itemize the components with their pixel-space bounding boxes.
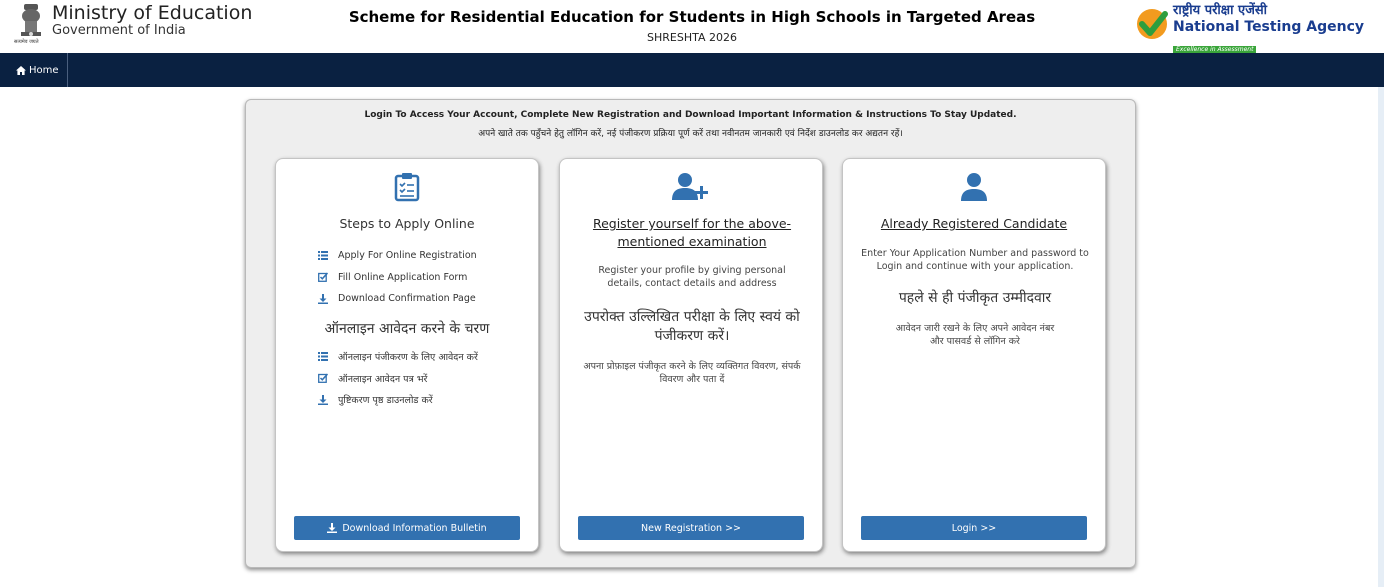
steps-card-title-hi: ऑनलाइन आवेदन करने के चरण	[324, 321, 490, 337]
panel-heading: Login To Access Your Account, Complete N…	[246, 110, 1135, 139]
navbar: Home	[0, 53, 1384, 87]
nta-logo-icon	[1135, 6, 1169, 42]
download-icon	[318, 293, 328, 304]
step-label: Apply For Online Registration	[338, 250, 477, 262]
panel-heading-hi: अपने खाते तक पहुँचने हेतु लॉगिन करें, नई…	[478, 129, 903, 139]
step-label: Download Confirmation Page	[338, 293, 476, 305]
nta-branding[interactable]: राष्ट्रीय परीक्षा एजेंसी National Testin…	[1135, 3, 1364, 55]
home-icon	[16, 65, 26, 75]
panel-heading-en: Login To Access Your Account, Complete N…	[364, 110, 1017, 120]
nta-english-name: National Testing Agency	[1173, 19, 1364, 35]
step-apply-registration-hi[interactable]: ऑनलाइन पंजीकरण के लिए आवेदन करें	[318, 346, 478, 368]
list-icon	[318, 251, 328, 261]
user-icon	[961, 173, 987, 201]
add-user-icon	[672, 173, 708, 200]
step-apply-registration[interactable]: Apply For Online Registration	[318, 245, 477, 267]
header: सत्यमेव जयते Ministry of Education Gover…	[0, 0, 1384, 55]
login-card-desc: Enter Your Application Number and passwo…	[861, 248, 1089, 272]
steps-list-en: Apply For Online Registration Fill Onlin…	[318, 245, 477, 310]
step-label: ऑनलाइन पंजीकरण के लिए आवेदन करें	[338, 352, 478, 364]
edit-check-icon	[318, 272, 328, 283]
login-button[interactable]: Login >>	[861, 516, 1087, 540]
steps-list-hi: ऑनलाइन पंजीकरण के लिए आवेदन करें ऑनलाइन …	[318, 346, 478, 411]
login-card: Already Registered Candidate Enter Your …	[842, 158, 1106, 552]
register-card-title-hi: उपरोक्त उल्लिखित परीक्षा के लिए स्वयं को…	[584, 309, 800, 344]
steps-card-title: Steps to Apply Online	[339, 216, 475, 231]
download-bulletin-button[interactable]: Download Information Bulletin	[294, 516, 520, 540]
step-label: Fill Online Application Form	[338, 271, 468, 283]
step-label: पुष्टिकरण पृष्ठ डाउनलोड करें	[338, 395, 433, 407]
nav-home-label: Home	[29, 64, 59, 76]
edit-check-icon	[318, 373, 328, 384]
download-icon	[318, 394, 328, 405]
steps-card: Steps to Apply Online Apply For Online R…	[275, 158, 539, 552]
download-icon	[327, 523, 338, 533]
page-edge	[1378, 87, 1384, 587]
checklist-icon	[394, 173, 420, 202]
login-card-title-hi: पहले से ही पंजीकृत उम्मीदवार	[898, 290, 1052, 306]
login-card-desc-hi: आवेदन जारी रखने के लिए अपने आवेदन नंबर औ…	[895, 323, 1055, 347]
register-card-desc: Register your profile by giving personal…	[598, 265, 786, 289]
nta-hindi-name: राष्ट्रीय परीक्षा एजेंसी	[1173, 3, 1267, 18]
nav-home-link[interactable]: Home	[0, 53, 68, 87]
step-fill-form[interactable]: Fill Online Application Form	[318, 267, 477, 289]
step-download-confirmation-hi[interactable]: पुष्टिकरण पृष्ठ डाउनलोड करें	[318, 389, 478, 411]
step-download-confirmation[interactable]: Download Confirmation Page	[318, 288, 477, 310]
step-label: ऑनलाइन आवेदन पत्र भरें	[338, 373, 428, 385]
list-icon	[318, 352, 328, 362]
new-registration-button[interactable]: New Registration >>	[578, 516, 804, 540]
register-card-title[interactable]: Register yourself for the above-mentione…	[588, 215, 796, 251]
login-label: Login >>	[951, 522, 997, 534]
login-card-title[interactable]: Already Registered Candidate	[843, 215, 1105, 233]
register-card: Register yourself for the above-mentione…	[559, 158, 823, 552]
register-card-desc-hi: अपना प्रोफ़ाइल पंजीकृत करने के लिए व्यक्…	[583, 361, 801, 385]
download-bulletin-label: Download Information Bulletin	[342, 522, 487, 534]
new-registration-label: New Registration >>	[641, 522, 741, 534]
main-panel: Login To Access Your Account, Complete N…	[245, 99, 1136, 568]
step-fill-form-hi[interactable]: ऑनलाइन आवेदन पत्र भरें	[318, 368, 478, 390]
